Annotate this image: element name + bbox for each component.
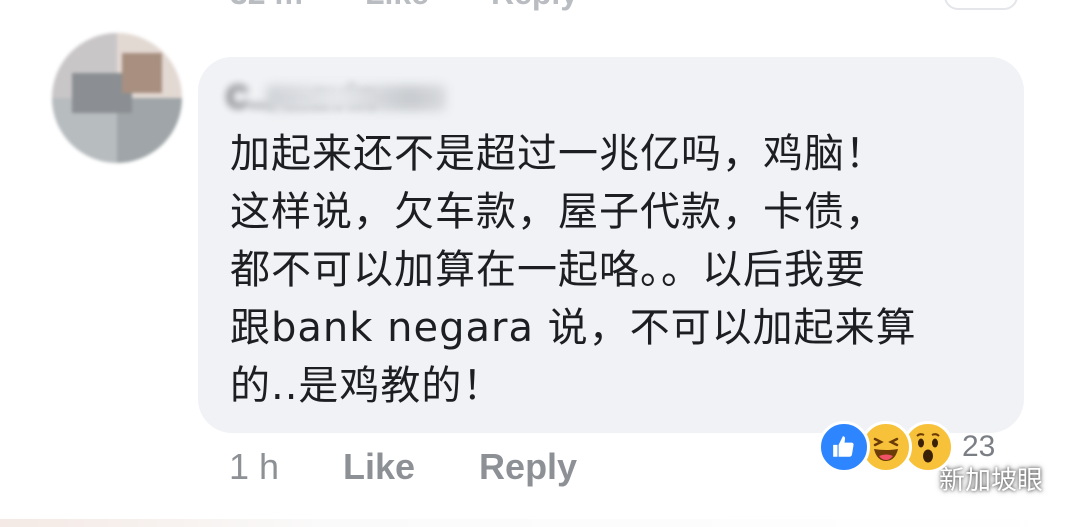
comment-line: 都不可以加算在一起咯。。以后我要 (230, 247, 866, 293)
like-icon (818, 421, 870, 473)
comment-bubble: C... ...avin 加起来还不是超过一兆亿吗，鸡脑！ 这样说，欠车款，屋子… (198, 57, 1024, 433)
previous-comment-time: 32 m (230, 0, 303, 12)
comment-line: 的..是鸡教的！ (230, 363, 504, 409)
comment-line: 跟bank negara 说，不可以加起来算 (230, 305, 917, 351)
like-button[interactable]: Like (343, 446, 415, 488)
next-comment-edge (0, 519, 1080, 527)
comment-actions: 1 h Like Reply (229, 444, 577, 490)
author-name-redaction (266, 85, 446, 111)
watermark-text: 新加坡眼 (939, 465, 1044, 496)
reply-button[interactable]: Reply (479, 446, 577, 488)
previous-reaction-pill[interactable] (944, 0, 1018, 10)
previous-reply-button[interactable]: Reply (491, 0, 578, 12)
comment-author[interactable]: C... ...avin (226, 79, 496, 117)
previous-like-button[interactable]: Like (365, 0, 429, 12)
previous-comment-actions: 32 m Like Reply (230, 0, 578, 12)
avatar[interactable] (52, 33, 182, 163)
comment-time[interactable]: 1 h (229, 446, 301, 488)
comment-line: 这样说，欠车款，屋子代款，卡债， (230, 189, 886, 235)
comment-text: 加起来还不是超过一兆亿吗，鸡脑！ 这样说，欠车款，屋子代款，卡债， 都不可以加算… (230, 125, 1010, 415)
comment-line: 加起来还不是超过一兆亿吗，鸡脑！ (230, 131, 886, 177)
